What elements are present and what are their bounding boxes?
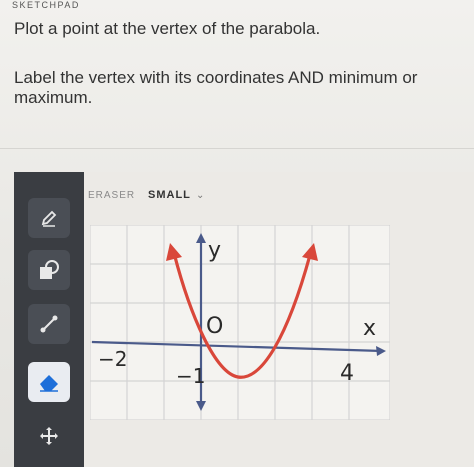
divider (0, 148, 474, 149)
chevron-down-icon[interactable]: ⌄ (196, 190, 204, 201)
sketch-canvas[interactable]: y x O −2 4 −1 (90, 225, 390, 420)
shapes-icon (40, 260, 59, 279)
sketchpad-header: SKETCHPAD (12, 0, 80, 10)
pencil-tool-button[interactable] (28, 198, 70, 238)
prompt-line-2: Label the vertex with its coordinates AN… (14, 68, 418, 107)
line-tool-button[interactable] (28, 304, 70, 344)
tool-sidebar (14, 172, 84, 467)
pencil-icon (41, 210, 57, 227)
origin-label: O (206, 314, 223, 339)
move-icon (40, 427, 58, 445)
move-tool-button[interactable] (28, 416, 70, 456)
x-neg-tick-label: −2 (98, 347, 127, 371)
shapes-tool-button[interactable] (28, 250, 70, 290)
y-neg-tick-label: −1 (176, 364, 205, 388)
line-icon (40, 315, 58, 333)
eraser-tool-button[interactable] (28, 362, 70, 402)
x-pos-tick-label: 4 (340, 361, 354, 386)
y-axis-label: y (208, 238, 221, 263)
eraser-icon (40, 375, 58, 392)
size-select[interactable]: SMALL (148, 189, 191, 201)
current-tool-label: ERASER (88, 190, 136, 201)
x-axis-label: x (363, 316, 376, 341)
prompt-line-1: Plot a point at the vertex of the parabo… (14, 19, 321, 38)
